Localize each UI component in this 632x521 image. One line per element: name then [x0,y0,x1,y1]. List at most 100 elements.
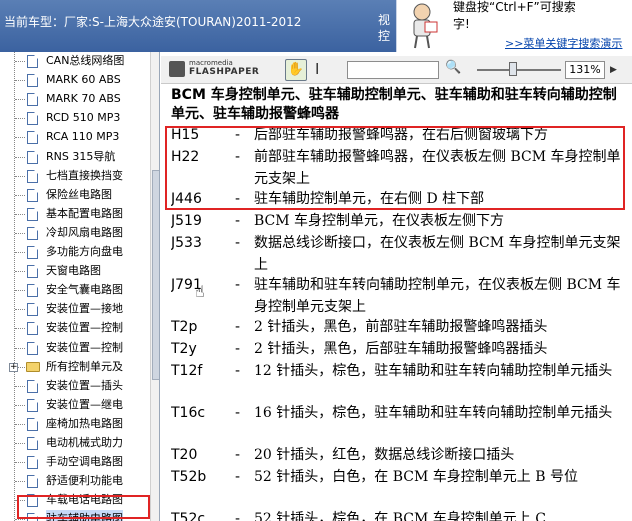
hint-text-line1: 键盘按“Ctrl+F”可搜索 [453,0,576,14]
legend-code: T12f [171,363,203,379]
tree-item[interactable]: 保险丝电路图 [0,186,150,204]
legend-dash: - [235,319,241,335]
tree-item-label: CAN总线网络图 [46,54,125,67]
flashpaper-logo-icon [169,61,185,77]
tree-item[interactable]: 安装位置—插头 [0,377,150,395]
tree-item[interactable]: 电动机械式助力 [0,434,150,452]
legend-code: T52b [171,469,207,485]
tree-item-label: 天窗电路图 [46,264,101,278]
tree-item[interactable]: 安装位置—继电 [0,396,150,414]
legend-description: 2 针插头，黑色，后部驻车辅助报警蜂鸣器插头 [254,341,548,357]
legend-description: 12 针插头，棕色，驻车辅助和驻车转向辅助控制单元插头 [254,363,613,379]
tree-item[interactable]: 安全气囊电路图 [0,281,150,299]
tree-item[interactable]: CAN总线网络图 [0,52,150,70]
tree-item-label: 手动空调电路图 [46,455,123,469]
tree-scrollbar-thumb[interactable] [152,170,159,380]
legend-code: J519 [171,213,202,229]
tree-branch-line [15,309,25,311]
tree-branch-line [15,118,25,120]
tree-item-label: 安装位置—接地 [46,302,123,316]
legend-dash: - [235,213,241,229]
document-icon [27,475,38,489]
zoom-dropdown-icon[interactable]: ▶ [610,61,622,79]
find-input[interactable] [347,61,439,79]
document-icon [27,437,38,450]
tree-item-label: MARK 70 ABS [46,92,121,106]
top-header-bar: 当前车型：厂家:S-上海大众途安(TOURAN)2011-2012 视控 键盘按… [0,0,632,52]
tree-item[interactable]: 座椅加热电路图 [0,415,150,433]
document-tree-panel: CAN总线网络图 MARK 60 ABS MARK 70 ABS RCD 510 MP… [0,52,160,521]
highlight-box-tree-item [17,495,150,519]
legend-dash: - [235,469,241,485]
zoom-slider-thumb[interactable] [509,62,517,76]
tree-branch-line [15,213,25,215]
tree-item[interactable]: 多功能方向盘电 [0,243,150,261]
folder-icon [26,361,40,372]
expand-icon[interactable]: + [9,362,18,372]
tree-item[interactable]: 安装位置—控制 [0,339,150,357]
document-icon [27,207,38,221]
document-icon [27,131,38,145]
tree-branch-line [15,519,25,521]
document-icon [27,284,38,298]
tree-item-label: 安装位置—控制 [46,340,123,354]
tree-branch-line [15,328,25,330]
tree-item-label: 多功能方向盘电 [46,245,123,258]
tree-branch-line [15,61,25,62]
tree-item[interactable]: RNS 315导航 [0,148,150,166]
search-demo-link[interactable]: >>菜单关键字搜索演示 [505,35,622,51]
viewer-toolbar: macromedia FLASHPAPER ✋ I 🔍 131% ▶ [161,56,632,84]
logo-top-text: macromedia [189,59,233,67]
legend-code: J533 [171,235,202,251]
tree-branch-line [15,156,25,158]
tree-branch-line [15,385,25,387]
text-select-tool-button[interactable]: I [315,60,319,78]
tree-folder-item[interactable]: + 所有控制单元及 [0,358,150,376]
header-cut-label: 视控 [378,13,391,43]
legend-dash: - [235,363,241,379]
tree-branch-line [15,232,25,234]
tree-item[interactable]: 基本配置电路图 [0,205,150,223]
document-icon [27,55,38,68]
tree-item[interactable]: 七档直接换挡变 [0,167,150,185]
tree-item[interactable]: 手动空调电路图 [0,453,150,471]
document-icon [27,379,38,393]
tree-item[interactable]: MARK 60 ABS [0,71,150,89]
tree-item[interactable]: 舒适便利功能电 [0,472,150,490]
tree-branch-line [15,290,25,292]
tree-item[interactable]: 冷却风扇电路图 [0,224,150,242]
legend-description: 驻车辅助和驻车转向辅助控制单元，在仪表板左侧 BCM 车身控制单元支架上 [254,277,621,315]
legend-description: 20 针插头，红色，数据总线诊断接口插头 [254,447,515,463]
legend-description: 数据总线诊断接口，在仪表板左侧 BCM 车身控制单元支架上 [254,235,621,273]
legend-code: T2p [171,319,198,335]
tree-item[interactable]: 天窗电路图 [0,262,150,280]
tree-item[interactable]: MARK 70 ABS [0,90,150,108]
hand-tool-button[interactable]: ✋ [285,59,307,81]
tree-scrollbar[interactable] [150,52,159,521]
tree-item-label: 所有控制单元及 [46,359,123,373]
legend-description: 52 针插头，白色，在 BCM 车身控制单元上 B 号位 [254,469,578,485]
document-icon [27,265,38,279]
zoom-slider-track[interactable] [477,69,561,71]
tree-item[interactable]: RCD 510 MP3 [0,109,150,127]
document-icon [27,322,38,336]
legend-description: BCM 车身控制单元，在仪表板左侧下方 [254,213,505,229]
tree-item[interactable]: RCA 110 MP3 [0,128,150,146]
search-icon[interactable]: 🔍 [445,60,461,75]
tree-item[interactable]: 安装位置—控制 [0,319,150,337]
tree-item-label: 安全气囊电路图 [46,283,123,297]
tree-item-label: 安装位置—插头 [46,378,123,392]
tree-branch-line [15,271,25,273]
document-icon [27,303,38,317]
tree-branch-line [15,347,25,349]
tree-item-label: 安装位置—控制 [46,321,123,335]
zoom-level-field[interactable]: 131% [565,61,605,79]
tree-item-label: RCD 510 MP3 [46,111,121,125]
document-icon [27,74,38,88]
document-icon [27,169,38,183]
tree-item-label: 七档直接换挡变 [46,168,123,182]
document-icon [27,246,38,259]
tree-item-label: 基本配置电路图 [46,206,123,220]
tree-branch-line [15,99,25,101]
tree-item[interactable]: 安装位置—接地 [0,300,150,318]
